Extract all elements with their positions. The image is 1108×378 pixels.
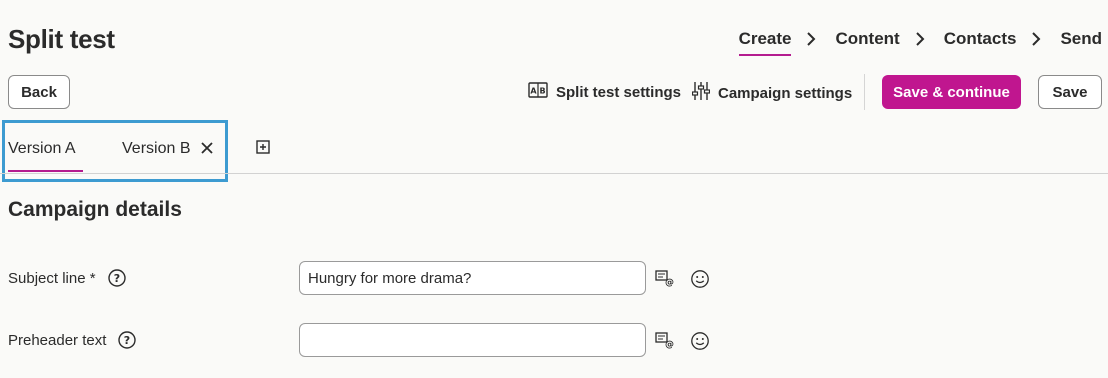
split-test-settings-button[interactable]: A B Split test settings	[528, 81, 681, 103]
step-send[interactable]: Send	[1060, 29, 1102, 56]
tab-version-b[interactable]: Version B	[122, 140, 190, 158]
personalization-icon[interactable]: @	[655, 269, 675, 289]
help-icon[interactable]: ?	[107, 269, 126, 287]
tab-version-a[interactable]: Version A	[8, 140, 76, 158]
save-and-continue-button[interactable]: Save & continue	[882, 75, 1021, 109]
sliders-icon	[691, 81, 711, 105]
campaign-settings-button[interactable]: Campaign settings	[691, 81, 853, 105]
svg-text:?: ?	[113, 272, 119, 285]
save-button[interactable]: Save	[1038, 75, 1102, 109]
tab-selected-indicator	[8, 170, 83, 172]
chevron-right-icon	[799, 27, 823, 51]
help-icon[interactable]: ?	[118, 331, 137, 349]
svg-text:@: @	[665, 278, 674, 287]
split-test-settings-label: Split test settings	[556, 83, 682, 101]
preheader-label: Preheader text ?	[8, 331, 137, 349]
step-progress: Create Content Contacts Send	[738, 27, 1102, 58]
chevron-right-icon	[1024, 27, 1048, 51]
tabs-divider	[0, 173, 1108, 174]
svg-text:@: @	[665, 340, 674, 349]
svg-text:?: ?	[124, 334, 130, 347]
emoji-icon[interactable]	[690, 331, 710, 351]
chevron-right-icon	[908, 27, 932, 51]
plus-square-icon[interactable]	[256, 140, 270, 154]
preheader-input[interactable]	[299, 323, 646, 357]
emoji-icon[interactable]	[690, 269, 710, 289]
back-button[interactable]: Back	[8, 75, 70, 109]
svg-text:B: B	[539, 87, 545, 96]
step-content[interactable]: Content	[835, 29, 899, 56]
preheader-label-text: Preheader text	[8, 331, 107, 349]
close-icon[interactable]	[200, 141, 214, 155]
subject-line-input[interactable]: Hungry for more drama?	[299, 261, 646, 295]
step-create[interactable]: Create	[738, 29, 791, 56]
subject-line-label: Subject line * ?	[8, 269, 126, 287]
section-title: Campaign details	[8, 198, 182, 221]
campaign-settings-label: Campaign settings	[718, 84, 853, 102]
subject-line-label-text: Subject line *	[8, 269, 96, 287]
page-title: Split test	[8, 24, 115, 54]
personalization-icon[interactable]: @	[655, 331, 675, 351]
ab-compare-icon: A B	[528, 81, 548, 103]
toolbar-divider	[864, 74, 865, 110]
step-contacts[interactable]: Contacts	[944, 29, 1017, 56]
svg-text:A: A	[530, 87, 537, 96]
